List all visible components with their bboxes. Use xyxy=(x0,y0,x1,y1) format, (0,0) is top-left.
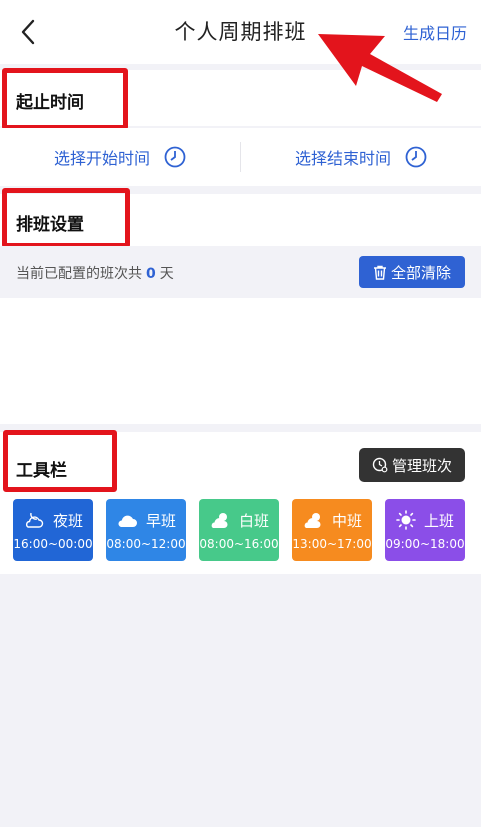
shift-count: 0 xyxy=(146,266,156,282)
period-highlight-box xyxy=(2,68,128,130)
sun-icon xyxy=(396,510,416,530)
manage-shifts-label: 管理班次 xyxy=(391,456,452,475)
nav-bar: 个人周期排班 生成日历 xyxy=(0,0,481,64)
shift-time: 08:00~12:00 xyxy=(106,536,186,551)
manage-shifts-button[interactable]: 管理班次 xyxy=(359,448,465,482)
shift-name: 白班 xyxy=(238,511,269,530)
shift-time: 13:00~17:00 xyxy=(292,536,372,551)
clear-all-button[interactable]: 全部清除 xyxy=(359,256,465,288)
end-time-label: 选择结束时间 xyxy=(294,149,391,168)
trash-icon xyxy=(373,265,386,280)
toolbar-highlight-box xyxy=(3,430,117,492)
time-range-row: 选择开始时间 选择结束时间 xyxy=(0,128,481,186)
end-time-picker[interactable]: 选择结束时间 xyxy=(241,128,481,186)
shift-name: 中班 xyxy=(331,511,362,530)
shift-work[interactable]: 上班 09:00~18:00 xyxy=(385,499,465,561)
shift-list: 夜班 16:00~00:00 早班 08:00~12:00 白班 08:00~1… xyxy=(13,499,465,561)
shift-night[interactable]: 夜班 16:00~00:00 xyxy=(13,499,93,561)
generate-calendar-button[interactable]: 生成日历 xyxy=(403,20,467,44)
shift-name: 早班 xyxy=(145,511,176,530)
moon-cloud-icon xyxy=(25,512,44,528)
clock-settings-icon xyxy=(372,457,388,473)
clock-icon xyxy=(405,146,427,168)
schedule-info-bar: 当前已配置的班次共 0 天 全部清除 xyxy=(0,246,481,298)
start-time-picker[interactable]: 选择开始时间 xyxy=(0,128,240,186)
shift-time: 09:00~18:00 xyxy=(385,536,465,551)
count-suffix: 天 xyxy=(159,266,174,282)
shift-time: 16:00~00:00 xyxy=(13,536,93,551)
sun-cloud-icon xyxy=(304,513,321,528)
clear-all-label: 全部清除 xyxy=(390,263,451,282)
schedule-count-text: 当前已配置的班次共 0 天 xyxy=(16,263,174,283)
shift-name: 夜班 xyxy=(52,511,83,530)
schedule-area xyxy=(0,298,481,424)
count-prefix: 当前已配置的班次共 xyxy=(16,266,142,282)
shift-morning[interactable]: 早班 08:00~12:00 xyxy=(106,499,186,561)
shift-name: 上班 xyxy=(423,511,454,530)
shift-day[interactable]: 白班 08:00~16:00 xyxy=(199,499,279,561)
shift-middle[interactable]: 中班 13:00~17:00 xyxy=(292,499,372,561)
schedule-highlight-box xyxy=(2,188,130,248)
shift-time: 08:00~16:00 xyxy=(199,536,279,551)
clock-icon xyxy=(164,146,186,168)
sun-cloud-icon xyxy=(211,513,228,528)
start-time-label: 选择开始时间 xyxy=(53,149,150,168)
cloud-icon xyxy=(118,515,137,527)
